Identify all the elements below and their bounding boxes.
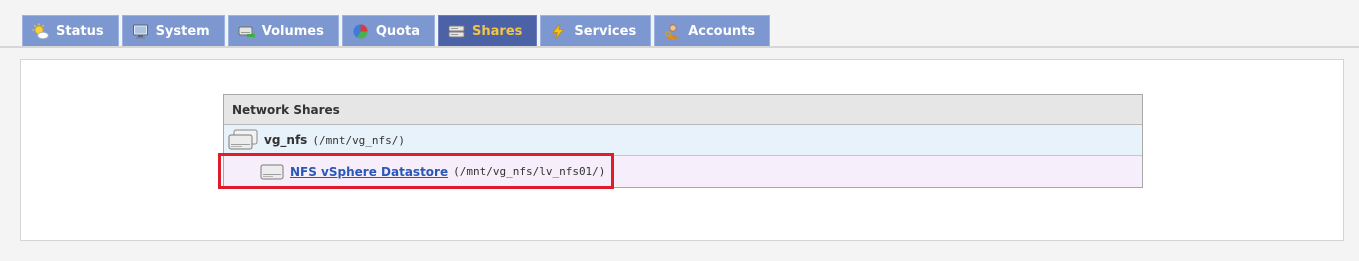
tab-shares[interactable]: Shares (438, 15, 538, 46)
drive-stack-icon (228, 129, 258, 150)
tab-status[interactable]: Status (22, 15, 119, 46)
share-row: NFS vSphere Datastore (/mnt/vg_nfs/lv_nf… (224, 156, 1142, 187)
tab-underline (0, 46, 1359, 48)
volume-group-path: (/mnt/vg_nfs/) (312, 133, 406, 147)
main-tabs: Status System Volumes Quota Shares Servi… (22, 15, 773, 46)
tab-accounts-label: Accounts (688, 23, 756, 39)
pie-chart-icon (353, 24, 368, 39)
volume-group-row: vg_nfs (/mnt/vg_nfs/) (224, 125, 1142, 156)
drive-tray-icon (448, 25, 465, 37)
table-header: Network Shares (224, 95, 1142, 125)
tab-volumes-label: Volumes (261, 23, 324, 39)
tab-shares-label: Shares (472, 23, 523, 39)
volume-group-name: vg_nfs (264, 133, 308, 147)
tab-system[interactable]: System (121, 15, 225, 46)
tab-quota[interactable]: Quota (341, 15, 436, 46)
hard-drive-icon (260, 164, 284, 179)
tab-volumes[interactable]: Volumes (227, 15, 339, 46)
share-path: (/mnt/vg_nfs/lv_nfs01/) (453, 165, 606, 178)
share-link[interactable]: NFS vSphere Datastore (290, 165, 448, 179)
monitor-icon (132, 24, 148, 38)
tab-accounts[interactable]: Accounts (654, 15, 771, 46)
table-title: Network Shares (232, 102, 340, 117)
tab-services-label: Services (574, 23, 637, 39)
drive-arrow-icon (238, 26, 255, 39)
lightning-icon (552, 22, 565, 39)
user-key-icon (665, 23, 679, 39)
tab-status-label: Status (56, 23, 104, 39)
tab-quota-label: Quota (375, 23, 421, 39)
network-shares-table: Network Shares vg_nfs (/mnt/vg_nfs/) NFS… (223, 94, 1143, 188)
tab-system-label: System (155, 23, 210, 39)
tab-services[interactable]: Services (540, 15, 652, 46)
weather-sun-cloud-icon (32, 23, 49, 39)
